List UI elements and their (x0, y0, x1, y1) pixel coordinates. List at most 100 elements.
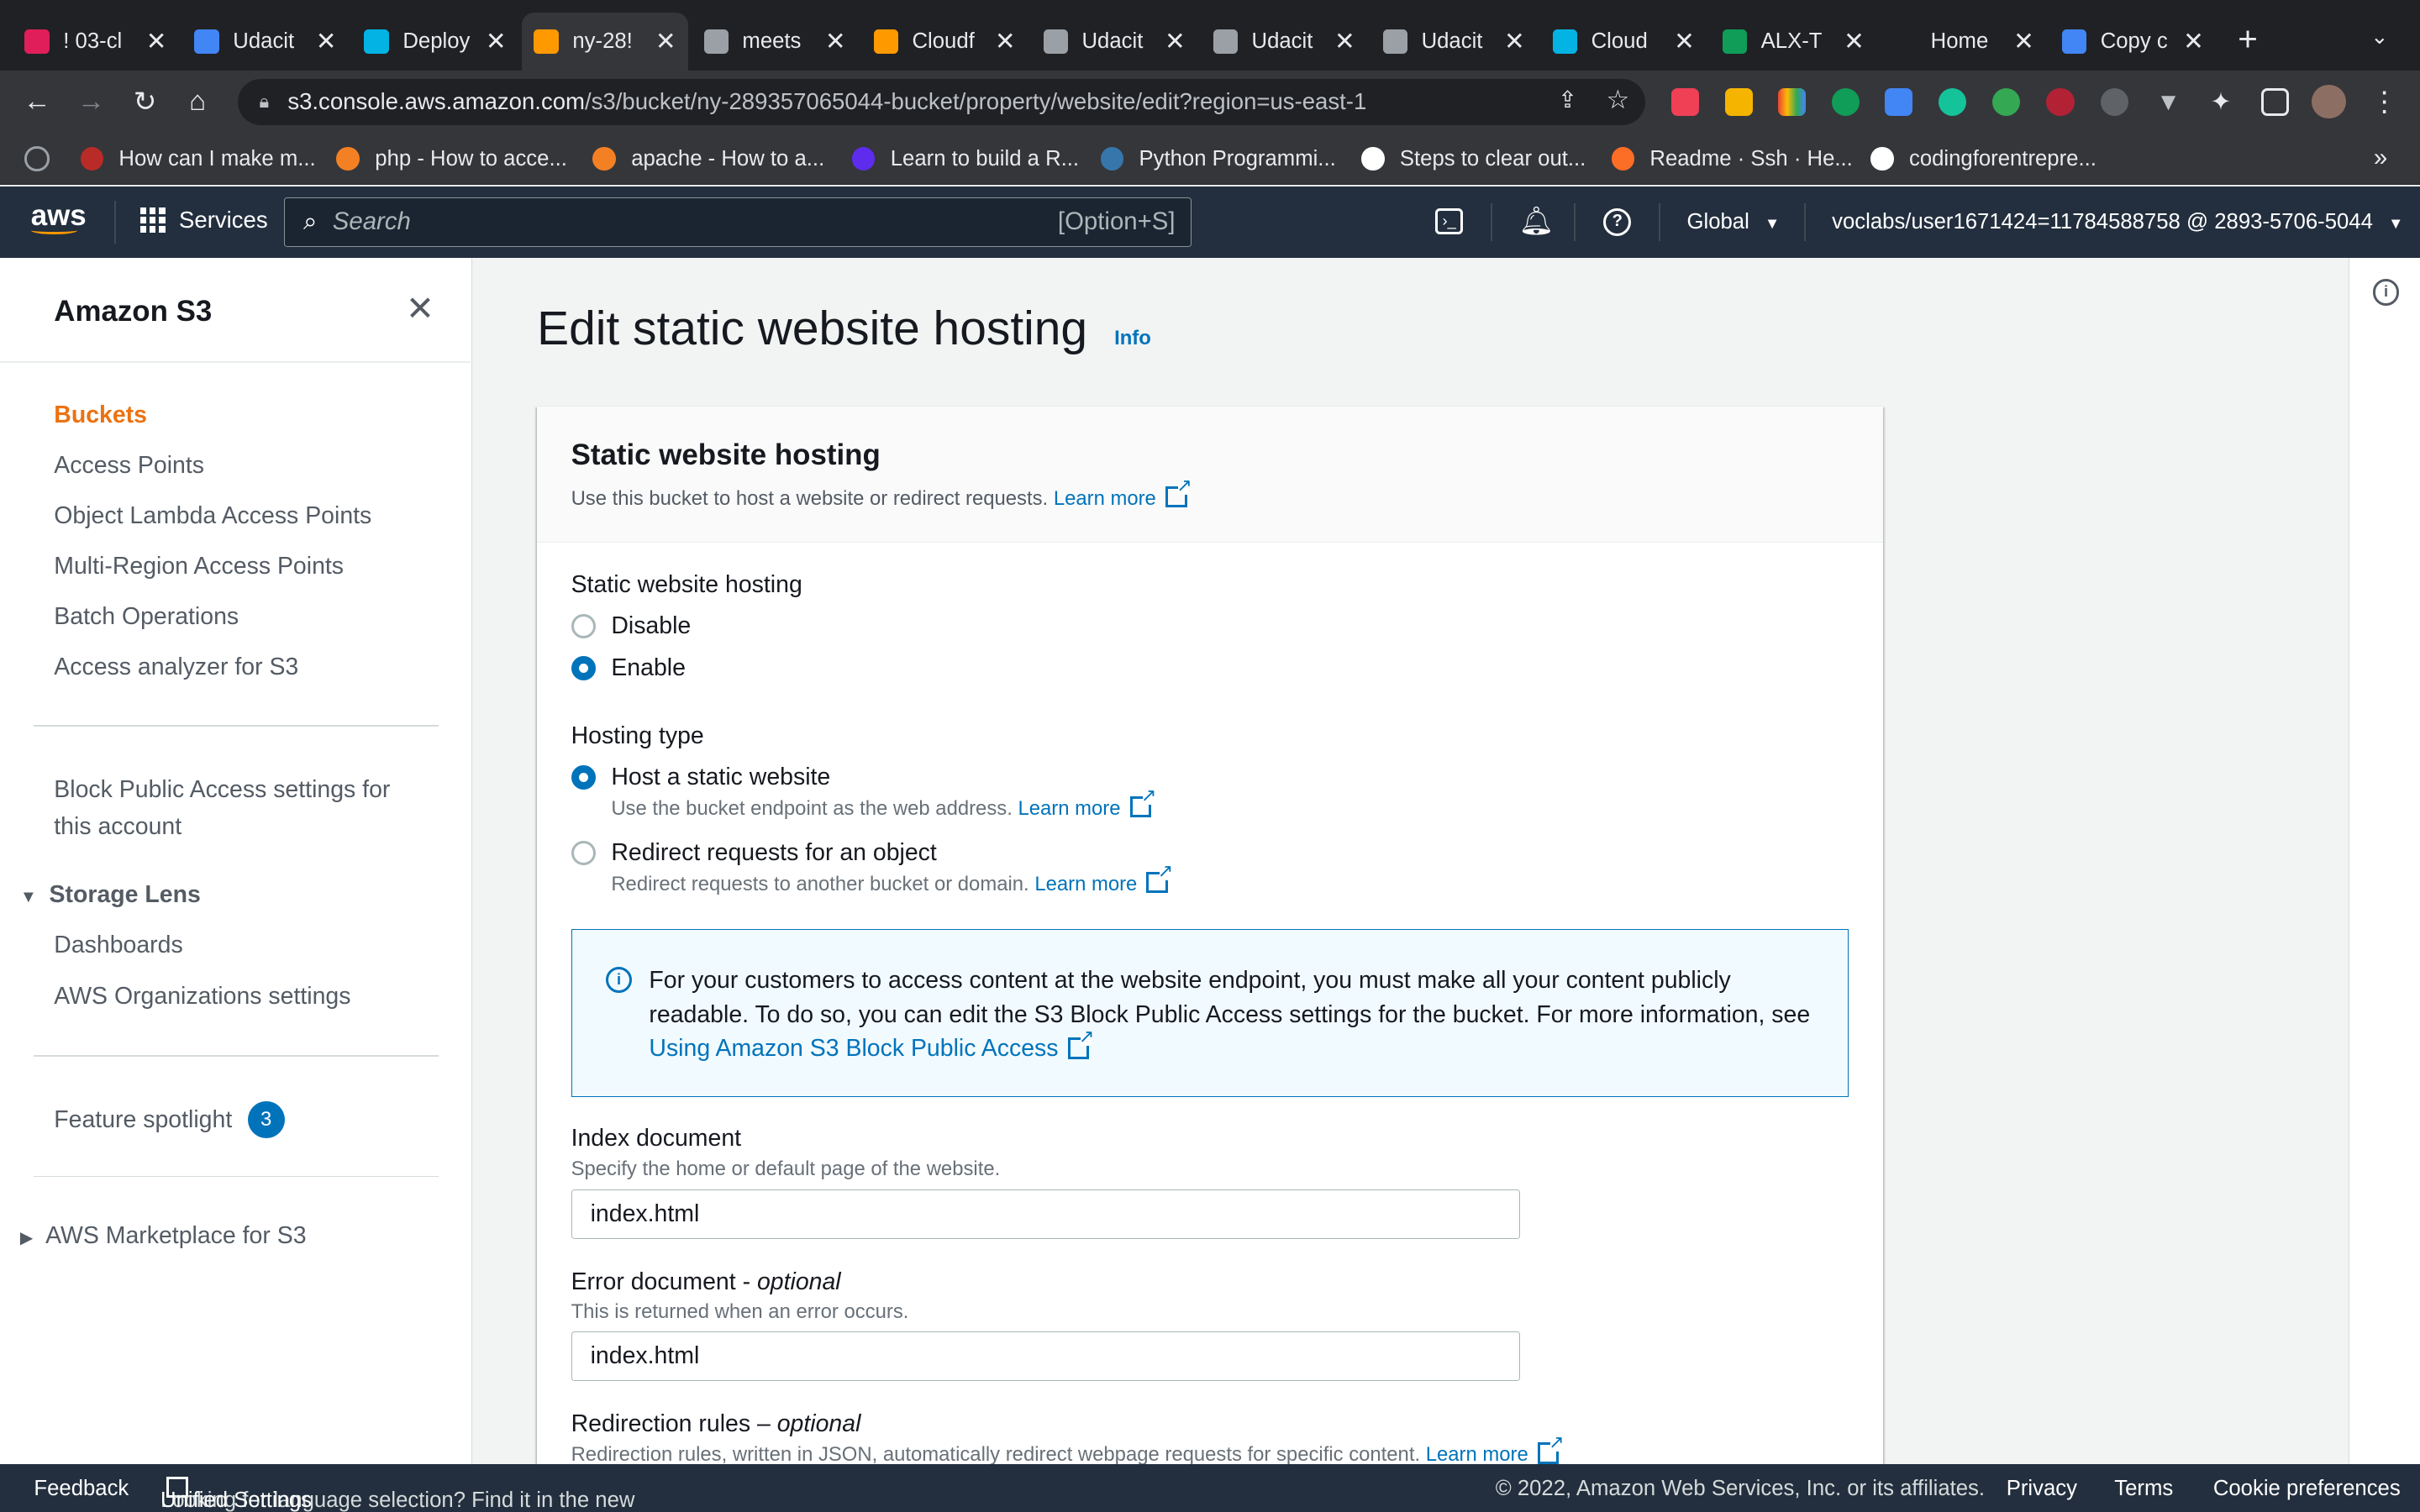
bookmark-item[interactable]: apache - How to a... (592, 145, 824, 173)
sidebar-item-access-points[interactable]: Access Points (54, 452, 204, 480)
bookmark-label: How can I make m... (118, 146, 316, 171)
sidebar-item-object-lambda-access-points[interactable]: Object Lambda Access Points (54, 502, 371, 530)
tab-search-icon[interactable]: ⌄ (2370, 24, 2389, 50)
browser-tab[interactable]: Copy c ✕ (2049, 13, 2216, 71)
disable-label[interactable]: Disable (611, 612, 691, 640)
browser-tab[interactable]: Cloud ✕ (1540, 13, 1707, 71)
apps-globe-icon[interactable] (24, 146, 50, 171)
aws-logo[interactable]: aws (30, 200, 87, 244)
notes-extension-icon[interactable] (1725, 87, 1754, 116)
side-panel-icon[interactable] (2260, 87, 2289, 116)
forward-icon[interactable]: → (72, 83, 109, 120)
unified-settings-link[interactable]: Unified Settings (160, 1476, 312, 1512)
back-icon[interactable]: ← (18, 83, 55, 120)
bookmark-item[interactable]: codingforentrepre... (1870, 145, 2096, 173)
chat-extension-icon[interactable] (1832, 87, 1860, 116)
host-static-label[interactable]: Host a static website (611, 764, 830, 791)
browser-tab[interactable]: ALX-T ✕ (1710, 13, 1876, 71)
wordpress-extension-icon[interactable] (2100, 87, 2128, 116)
tab-close-icon[interactable]: ✕ (1165, 27, 1186, 56)
redirect-label[interactable]: Redirect requests for an object (611, 839, 936, 867)
bot-extension-icon[interactable] (1992, 87, 2021, 116)
bookmark-item[interactable]: Steps to clear out... (1360, 145, 1586, 173)
browser-tab[interactable]: Deploy ✕ (352, 13, 518, 71)
index-document-input[interactable]: index.html (571, 1189, 1521, 1239)
tab-close-icon[interactable]: ✕ (825, 27, 846, 56)
profile-avatar[interactable] (2312, 85, 2346, 119)
account-menu[interactable]: voclabs/user1671424=11784588758 @ 2893-5… (1832, 210, 2403, 234)
block-public-access-link[interactable]: Using Amazon S3 Block Public Access (649, 1027, 1094, 1062)
feedback-link[interactable]: Feedback (34, 1477, 129, 1501)
bookmark-item[interactable]: Readme · Ssh · He... (1611, 145, 1853, 173)
tab-close-icon[interactable]: ✕ (1334, 27, 1355, 56)
error-document-input[interactable]: index.html (571, 1331, 1521, 1381)
tab-close-icon[interactable]: ✕ (2013, 27, 2034, 56)
console-footer: Feedback Looking for language selection?… (0, 1464, 2420, 1512)
sidebar-item-batch-operations[interactable]: Batch Operations (54, 603, 239, 631)
tab-close-icon[interactable]: ✕ (2183, 27, 2204, 56)
tab-close-icon[interactable]: ✕ (1844, 27, 1865, 56)
address-bar[interactable]: 🔒︎ s3.console.aws.amazon.com/s3/bucket/n… (237, 78, 1645, 125)
redirect-learn-more-link[interactable]: Learn more (1034, 862, 1173, 895)
sidebar-item-multi-region-access-points[interactable]: Multi-Region Access Points (54, 553, 344, 580)
close-sidebar-icon[interactable]: ✕ (406, 288, 434, 328)
terms-link[interactable]: Terms (2114, 1477, 2173, 1501)
sidebar-item-marketplace[interactable]: ▶ AWS Marketplace for S3 (20, 1222, 307, 1250)
browser-tab[interactable]: Udacit ✕ (1201, 13, 1367, 71)
palette-extension-icon[interactable] (1777, 87, 1806, 116)
console-search-input[interactable]: ⌕ Search [Option+S] (283, 197, 1192, 247)
bookmark-item[interactable]: Learn to build a R... (851, 145, 1079, 173)
grammarly-extension-icon[interactable] (1938, 87, 1966, 116)
browser-tab[interactable]: Cloudf ✕ (861, 13, 1028, 71)
bookmark-item[interactable]: How can I make m... (80, 145, 316, 173)
sidebar-item-feature-spotlight[interactable]: Feature spotlight 3 (54, 1101, 285, 1139)
reload-icon[interactable]: ↻ (127, 83, 164, 120)
tab-close-icon[interactable]: ✕ (995, 27, 1016, 56)
tab-close-icon[interactable]: ✕ (1504, 27, 1525, 56)
bookmark-item[interactable]: Python Programmi... (1100, 145, 1336, 173)
sidebar-item-organizations[interactable]: AWS Organizations settings (54, 983, 350, 1011)
enable-radio[interactable] (571, 655, 596, 680)
info-panel-icon[interactable]: i (2373, 279, 2400, 306)
storage-lens-section[interactable]: ▼ Storage Lens (20, 881, 201, 909)
services-menu[interactable]: Services (140, 207, 268, 234)
browser-tab[interactable]: meets ✕ (692, 13, 858, 71)
sidebar-item-access-analyzer-for-s3[interactable]: Access analyzer for S3 (54, 654, 298, 681)
browser-tab[interactable]: Udacit ✕ (1370, 13, 1537, 71)
translate-extension-icon[interactable] (1884, 87, 1912, 116)
browser-tab[interactable]: ! 03-cl ✕ (13, 13, 179, 71)
tab-close-icon[interactable]: ✕ (486, 27, 507, 56)
browser-tab[interactable]: ny-28! ✕ (521, 12, 689, 71)
home-icon[interactable]: ⌂ (179, 83, 216, 120)
bookmarks-overflow-icon[interactable]: » (2374, 144, 2387, 172)
tab-close-icon[interactable]: ✕ (146, 27, 167, 56)
host-static-learn-more-link[interactable]: Learn more (1018, 786, 1156, 820)
pocket-extension-icon[interactable] (1671, 87, 1700, 116)
redirection-learn-more-link[interactable]: Learn more (1426, 1433, 1565, 1467)
enable-label[interactable]: Enable (611, 654, 686, 682)
vue-extension-icon[interactable]: ▼ (2154, 88, 2182, 116)
region-selector[interactable]: Global ▼ (1687, 210, 1781, 234)
sidebar-item-dashboards[interactable]: Dashboards (54, 932, 182, 959)
bookmark-star-icon[interactable]: ☆ (1607, 85, 1630, 115)
tab-close-icon[interactable]: ✕ (1674, 27, 1695, 56)
tab-close-icon[interactable]: ✕ (655, 27, 676, 56)
share-icon[interactable]: ⇪ (1558, 87, 1577, 113)
browser-tab[interactable]: Udacit ✕ (1031, 13, 1197, 71)
bookmark-item[interactable]: php - How to acce... (336, 145, 567, 173)
cloudshell-icon[interactable]: ›_ (1435, 207, 1464, 235)
tab-close-icon[interactable]: ✕ (316, 27, 337, 56)
sidebar-item-block-public-access[interactable]: Block Public Access settings for this ac… (54, 771, 390, 845)
sidebar-item-buckets[interactable]: Buckets (54, 402, 147, 429)
new-tab-icon[interactable]: + (2238, 22, 2258, 55)
panel-learn-more-link[interactable]: Learn more (1054, 476, 1192, 510)
browser-tab[interactable]: Udacit ✕ (182, 13, 349, 71)
info-link[interactable]: Info (1114, 327, 1151, 350)
flag-extension-icon[interactable] (2046, 87, 2075, 116)
extensions-puzzle-icon[interactable]: ✦ (2207, 88, 2234, 116)
browser-menu-icon[interactable]: ⋮ (2366, 83, 2403, 120)
notifications-bell-icon[interactable]: 🔔︎ (1518, 205, 1554, 238)
privacy-link[interactable]: Privacy (2007, 1477, 2077, 1501)
cookie-preferences-link[interactable]: Cookie preferences (2213, 1477, 2401, 1501)
browser-tab[interactable]: Home ✕ (1880, 13, 2046, 71)
